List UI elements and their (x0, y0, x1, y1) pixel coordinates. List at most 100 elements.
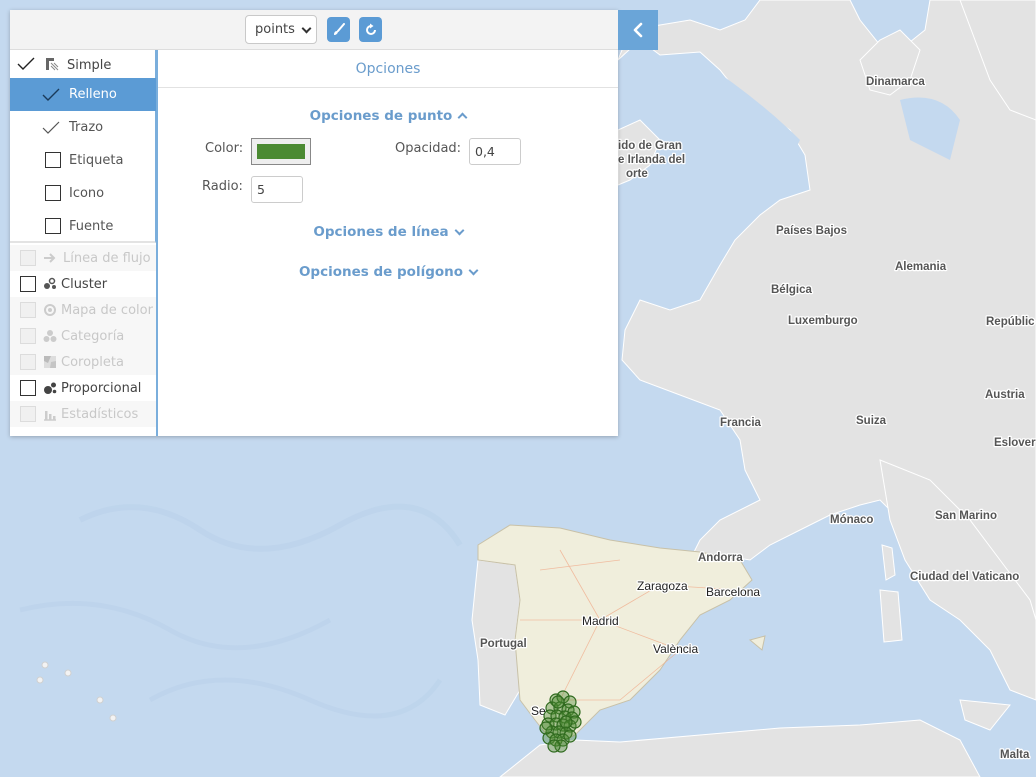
checkbox (20, 406, 36, 422)
checkbox[interactable] (20, 276, 36, 292)
chevron-down-icon (454, 225, 465, 236)
checkbox[interactable] (45, 218, 61, 234)
radius-value: 5 (257, 182, 265, 197)
label-austria: Austria (985, 389, 1025, 401)
color-label: Color: (205, 141, 244, 156)
label-uk-2: e Irlanda del (618, 154, 685, 166)
bar-chart-icon (44, 411, 56, 421)
label-uk-3: orte (626, 168, 648, 180)
label-monaco: Mónaco (830, 514, 873, 526)
style-type-sidebar: Simple Relleno Trazo Etiqueta Icono Fuen… (10, 50, 158, 436)
simple-group: Simple Relleno Trazo Etiqueta Icono Fuen… (10, 50, 156, 243)
radius-input[interactable]: 5 (251, 176, 303, 203)
label-belgica: Bélgica (771, 284, 813, 296)
label-madrid: Madrid (582, 614, 619, 628)
radius-label: Radio: (202, 179, 243, 194)
type-estadisticos-label: Estadísticos (61, 406, 139, 422)
checkbox (20, 302, 36, 318)
reset-button[interactable] (359, 17, 382, 42)
brush-icon (333, 22, 345, 35)
label-portugal: Portugal (480, 638, 527, 650)
label-andorra: Andorra (698, 552, 743, 564)
color-swatch-fill (257, 144, 305, 159)
checkbox (20, 250, 36, 266)
cluster-icon (44, 277, 56, 289)
layer-select-value: points (255, 22, 295, 37)
category-icon (43, 330, 57, 342)
collapse-panel-button[interactable] (618, 10, 658, 50)
check-icon (42, 88, 60, 101)
type-proporcional-label: Proporcional (61, 380, 142, 396)
type-cluster[interactable]: Cluster (10, 271, 156, 297)
chevron-up-icon (457, 112, 468, 123)
label-barcelona: Barcelona (706, 585, 760, 599)
subitem-etiqueta-label: Etiqueta (69, 153, 124, 168)
check-icon (17, 57, 35, 70)
subitem-icono[interactable]: Icono (10, 177, 156, 210)
label-suiza: Suiza (856, 415, 887, 427)
options-header: Opciones (158, 50, 618, 88)
refresh-icon (365, 23, 376, 35)
checkbox[interactable] (20, 380, 36, 396)
subitem-fuente-label: Fuente (69, 219, 114, 234)
label-zaragoza: Zaragoza (637, 579, 688, 593)
arrow-right-icon (44, 253, 56, 263)
type-linea-flujo: Línea de flujo (10, 245, 156, 271)
heatmap-icon (44, 304, 56, 316)
opacity-input[interactable]: 0,4 (469, 138, 521, 165)
subitem-trazo[interactable]: Trazo (10, 111, 156, 144)
label-republica: Repúblic (986, 316, 1035, 328)
data-point[interactable] (563, 729, 577, 743)
label-francia: Francia (720, 417, 762, 429)
chevron-down-icon (301, 23, 312, 34)
checkbox[interactable] (45, 185, 61, 201)
style-brush-button[interactable] (327, 17, 350, 42)
label-dinamarca: Dinamarca (866, 76, 925, 88)
checkbox[interactable] (45, 152, 61, 168)
type-categoria-label: Categoría (61, 328, 125, 344)
type-mapa-color: Mapa de color (10, 297, 156, 323)
point-options-title: Opciones de punto (309, 108, 453, 124)
opacity-label: Opacidad: (395, 141, 462, 156)
type-coropleta: Coropleta (10, 349, 156, 375)
label-luxemburgo: Luxemburgo (788, 315, 858, 327)
opacity-value: 0,4 (475, 144, 495, 159)
layer-select[interactable]: points (245, 15, 317, 44)
label-san-marino: San Marino (935, 510, 997, 522)
type-estadisticos: Estadísticos (10, 401, 156, 427)
style-panel: points Simple Relleno Trazo Etiqueta Ico… (10, 10, 618, 436)
type-simple-label: Simple (67, 58, 112, 73)
subitem-trazo-label: Trazo (69, 120, 104, 135)
color-picker[interactable] (251, 138, 311, 165)
label-uk-1: ido de Gran (618, 140, 682, 152)
line-options-toggle[interactable]: Opciones de línea (158, 224, 618, 240)
polygon-options-toggle[interactable]: Opciones de polígono (158, 264, 618, 280)
data-point[interactable] (551, 695, 565, 709)
subitem-relleno-label: Relleno (69, 87, 117, 102)
label-malta: Malta (1000, 749, 1030, 761)
label-paises-bajos: Países Bajos (776, 225, 847, 237)
sardinia-island (879, 589, 903, 643)
data-point[interactable] (559, 715, 573, 729)
panel-toolbar: points (10, 10, 618, 50)
subitem-relleno[interactable]: Relleno (10, 78, 156, 111)
check-icon (42, 121, 60, 134)
label-alemania: Alemania (895, 261, 947, 273)
simple-style-icon (46, 58, 59, 71)
label-eslovenia: Eslover (994, 437, 1036, 449)
subitem-etiqueta[interactable]: Etiqueta (10, 144, 156, 177)
data-point[interactable] (547, 739, 561, 753)
type-mapa-color-label: Mapa de color (61, 302, 153, 318)
label-valencia: València (653, 642, 698, 656)
type-cluster-label: Cluster (61, 276, 108, 292)
proportional-icon (44, 382, 57, 394)
point-options-toggle[interactable]: Opciones de punto (158, 108, 618, 124)
line-options-title: Opciones de línea (313, 224, 449, 240)
chevron-left-icon (633, 22, 643, 38)
subitem-fuente[interactable]: Fuente (10, 210, 156, 243)
checkbox (20, 354, 36, 370)
type-proporcional[interactable]: Proporcional (10, 375, 156, 401)
type-simple[interactable]: Simple (10, 50, 156, 78)
choropleth-icon (44, 356, 56, 368)
data-point[interactable] (539, 721, 553, 735)
